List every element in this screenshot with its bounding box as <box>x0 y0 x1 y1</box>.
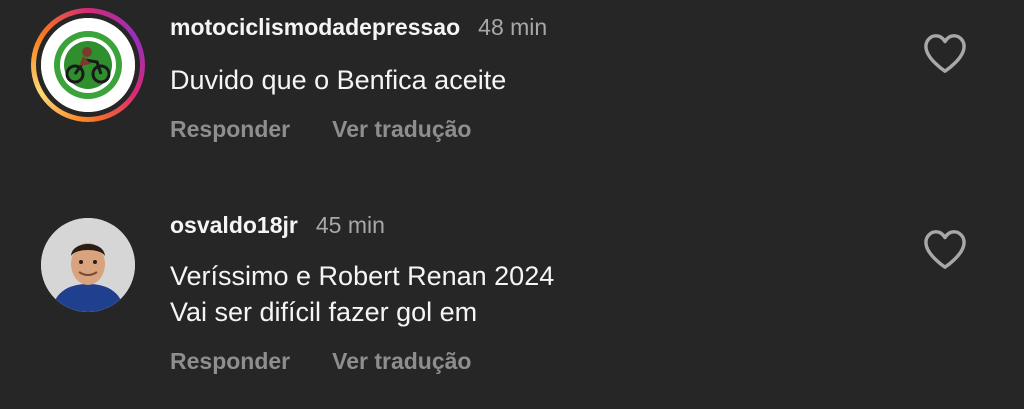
heart-outline-icon[interactable] <box>922 32 968 74</box>
comment-item: osvaldo18jr 45 min Veríssimo e Robert Re… <box>0 200 1024 409</box>
motorcycle-club-logo-icon <box>41 18 135 112</box>
reply-button[interactable]: Responder <box>170 116 290 143</box>
comment-header: osvaldo18jr 45 min <box>170 212 385 242</box>
comment-line: Duvido que o Benfica aceite <box>170 65 507 95</box>
avatar[interactable] <box>31 8 145 122</box>
comment-text: Duvido que o Benfica aceite <box>170 62 506 98</box>
reply-button[interactable]: Responder <box>170 348 290 375</box>
person-photo-icon <box>41 218 135 312</box>
comment-actions: Responder Ver tradução <box>170 116 471 143</box>
translate-button[interactable]: Ver tradução <box>332 348 471 375</box>
comment-line: Vai ser difícil fazer gol em <box>170 297 478 327</box>
story-ring <box>31 8 145 122</box>
comment-actions: Responder Ver tradução <box>170 348 471 375</box>
username[interactable]: motociclismodadepressao <box>170 14 460 41</box>
username[interactable]: osvaldo18jr <box>170 212 298 239</box>
translate-button[interactable]: Ver tradução <box>332 116 471 143</box>
avatar[interactable] <box>41 218 135 312</box>
timestamp: 48 min <box>478 14 548 40</box>
heart-outline-icon[interactable] <box>922 228 968 270</box>
comment-header: motociclismodadepressao 48 min <box>170 14 547 44</box>
comment-text: Veríssimo e Robert Renan 2024 Vai ser di… <box>170 258 554 330</box>
comment-line: Veríssimo e Robert Renan 2024 <box>170 261 555 291</box>
timestamp: 45 min <box>315 212 385 238</box>
comment-item: motociclismodadepressao 48 min Duvido qu… <box>0 0 1024 200</box>
